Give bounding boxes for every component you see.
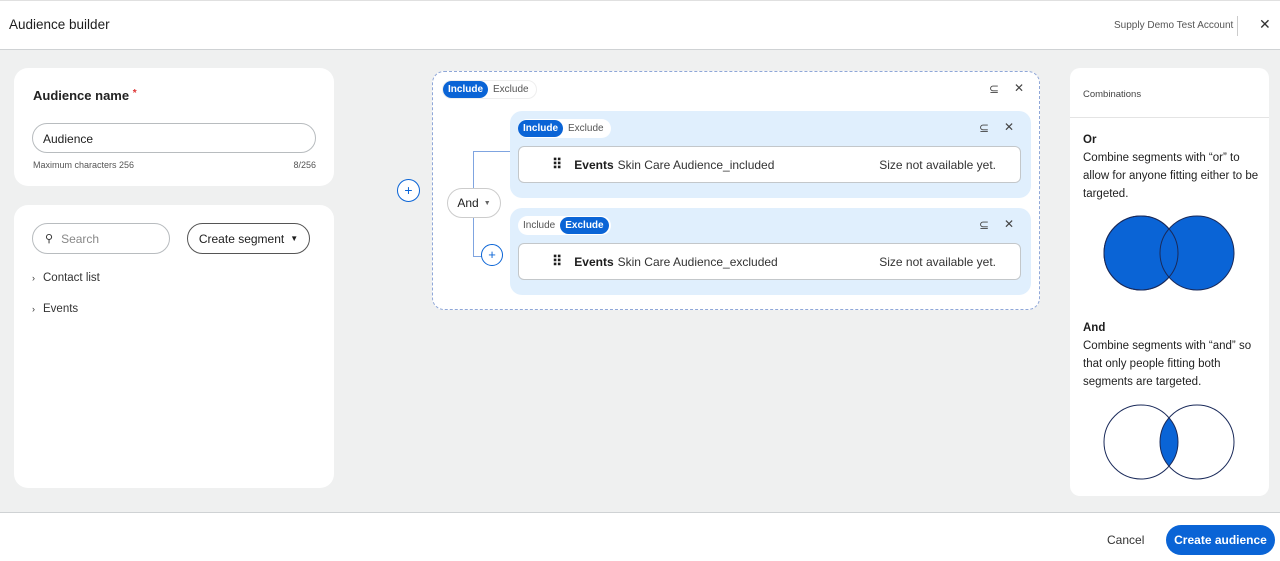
segment-size: Size not available yet. [879,254,996,269]
close-icon[interactable]: ✕ [1004,120,1014,134]
segment-type: Events [574,157,614,172]
create-segment-label: Create segment [198,231,285,246]
include-option[interactable]: Include [518,217,560,234]
audience-name-card: Audience name * Audience Maximum charact… [14,68,334,186]
combinations-title: Combinations [1083,89,1142,100]
audience-group: Include Exclude ⊆ ✕ And ▼ + Include Exclude… [432,71,1040,310]
operator-dropdown[interactable]: And ▼ [447,188,501,218]
drag-handle-icon[interactable]: ⠿ [552,253,562,270]
collapse-icon[interactable]: ⊆ [979,121,989,135]
connector-line [473,151,511,152]
max-chars-hint: Maximum characters 256 [33,160,135,170]
required-marker: * [132,88,137,99]
search-icon: ⚲ [45,233,54,245]
account-name[interactable]: Supply Demo Test Account [1114,20,1233,31]
segment-include-exclude-toggle[interactable]: Include Exclude [518,119,611,138]
or-title: Or [1083,134,1097,146]
main-area: Audience name * Audience Maximum charact… [0,50,1280,513]
and-title: And [1083,322,1106,334]
collapse-icon[interactable]: ⊆ [979,218,989,232]
segment-row[interactable]: ⠿ Events Skin Care Audience_excluded Siz… [518,243,1021,280]
header: Audience builder Supply Demo Test Accoun… [0,0,1280,50]
add-segment-button[interactable]: + [481,244,503,266]
char-count: 8/256 [293,160,316,170]
page-title: Audience builder [9,17,110,32]
segment-row[interactable]: ⠿ Events Skin Care Audience_included Siz… [518,146,1021,183]
close-icon[interactable]: ✕ [1259,16,1271,33]
tree-item-events[interactable]: › Events [32,303,78,315]
segment-block: Include Exclude ⊆ ✕ ⠿ Events Skin Care Au… [510,111,1031,198]
tree-item-label: Contact list [43,272,100,284]
and-venn-diagram [1103,404,1235,480]
group-include-exclude-toggle[interactable]: Include Exclude [442,80,537,99]
audience-name-label: Audience name [33,88,130,103]
include-option[interactable]: Include [443,81,489,98]
caret-down-icon: ▼ [290,234,299,243]
search-input[interactable]: ⚲ Search [32,223,170,254]
search-placeholder: Search [61,231,100,246]
segment-block: Include Exclude ⊆ ✕ ⠿ Events Skin Care Au… [510,208,1031,295]
divider [1070,117,1269,118]
segment-type: Events [574,254,614,269]
operator-label: And [457,196,479,210]
close-icon[interactable]: ✕ [1004,217,1014,231]
segment-size: Size not available yet. [879,157,996,172]
or-venn-diagram [1103,215,1235,291]
create-audience-button[interactable]: Create audience [1166,525,1275,555]
audience-name-input[interactable]: Audience [32,123,316,153]
segment-library-card: ⚲ Search Create segment ▼ › Contact list › E… [14,205,334,488]
add-group-button[interactable]: + [397,179,420,202]
tree-item-label: Events [43,303,79,315]
exclude-option[interactable]: Exclude [563,120,609,137]
exclude-option[interactable]: Exclude [560,217,609,234]
or-description: Combine segments with “or” to allow for … [1083,152,1259,200]
segment-name: Skin Care Audience_included [617,157,775,172]
caret-down-icon: ▼ [483,199,491,207]
close-icon[interactable]: ✕ [1014,81,1024,95]
exclude-option[interactable]: Exclude [488,81,534,98]
segment-name: Skin Care Audience_excluded [617,254,778,269]
collapse-icon[interactable]: ⊆ [989,82,999,96]
and-description: Combine segments with “and” so that only… [1083,340,1252,388]
drag-handle-icon[interactable]: ⠿ [552,156,562,173]
divider [1237,16,1238,36]
segment-include-exclude-toggle[interactable]: Include Exclude [518,216,611,235]
chevron-right-icon: › [32,273,35,283]
create-segment-button[interactable]: Create segment ▼ [187,223,310,254]
chevron-right-icon: › [32,304,35,314]
combinations-panel: Combinations Or Combine segments with “o… [1070,68,1269,496]
cancel-button[interactable]: Cancel [1107,533,1144,547]
include-option[interactable]: Include [518,120,564,137]
tree-item-contact-list[interactable]: › Contact list [32,272,100,284]
